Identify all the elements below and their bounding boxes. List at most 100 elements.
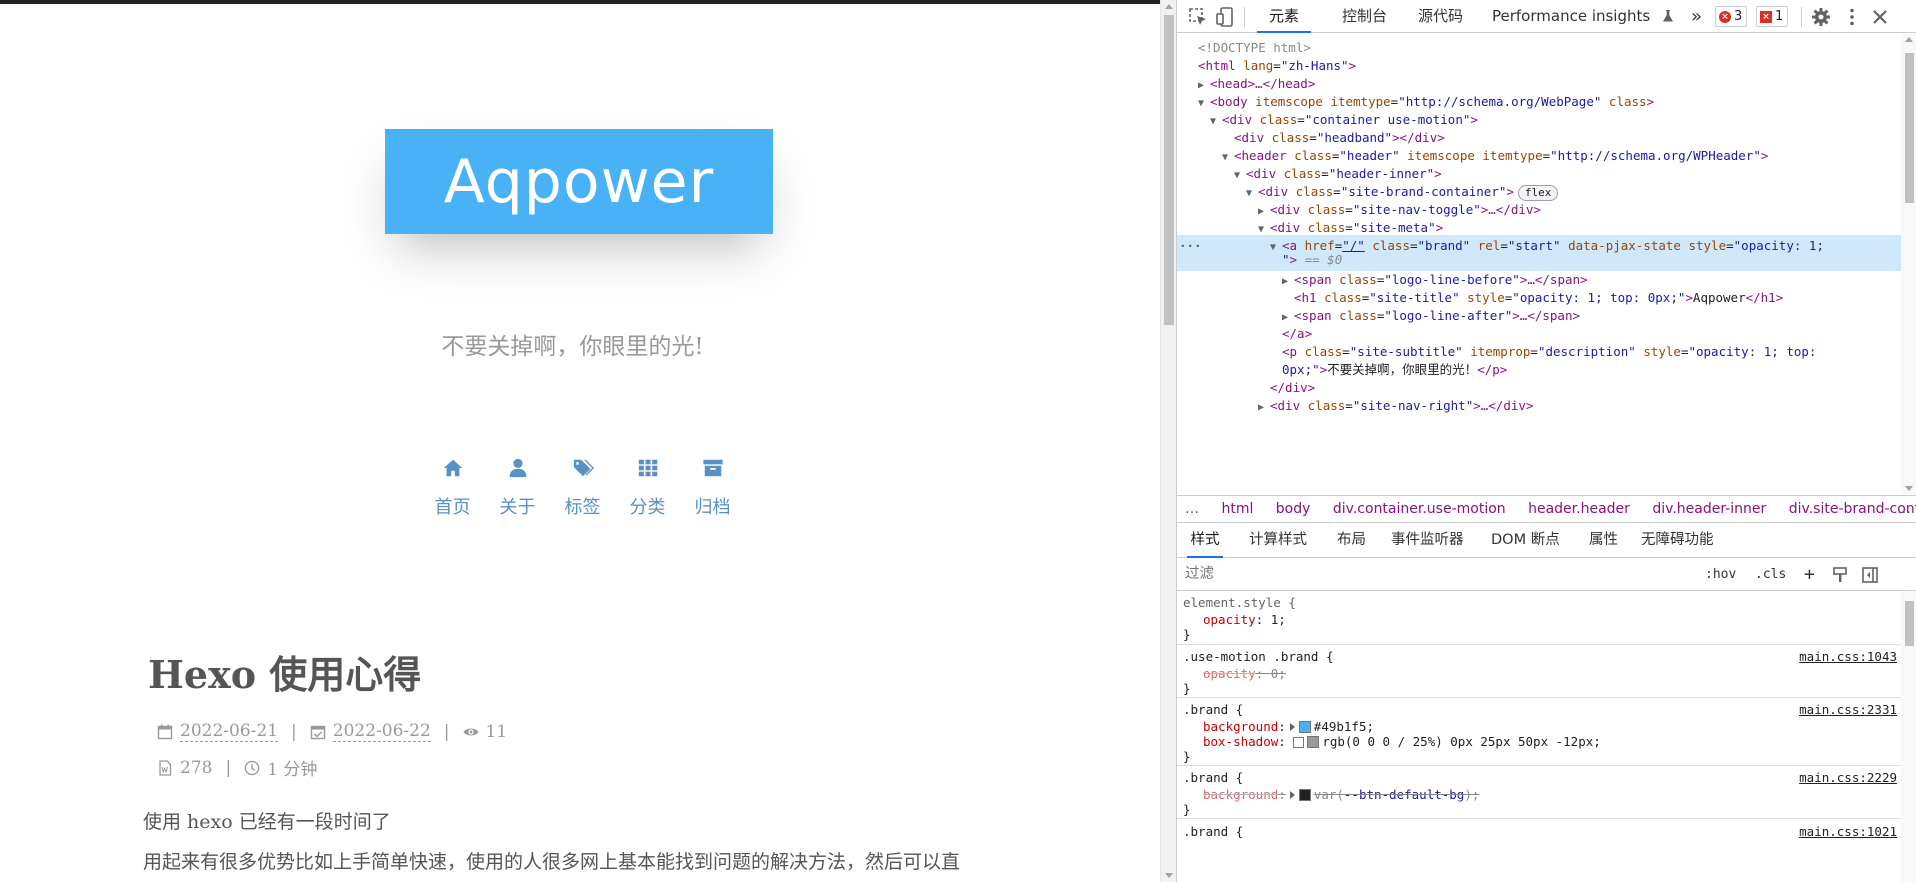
nav-item-archives[interactable]: 归档 [680, 457, 745, 519]
subtab-event-listeners[interactable]: 事件监听器 [1391, 523, 1464, 558]
new-style-rule-button[interactable]: + [1804, 564, 1815, 586]
property-value: 1; [1270, 612, 1286, 627]
stylesheet-link[interactable]: main.css:2331 [1799, 700, 1897, 720]
styles-scrollbar-thumb[interactable] [1905, 601, 1914, 646]
dom-node-brand-selected[interactable]: ··· ▼ <a href="/" class="brand" rel="star… [1177, 235, 1901, 271]
nav-item-categories[interactable]: 分类 [615, 457, 680, 519]
breadcrumb-header[interactable]: header.header [1528, 496, 1630, 522]
tag-close: > [1685, 290, 1693, 305]
style-rule-brand-2[interactable]: .brand { main.css:2229 background: var(--… [1177, 766, 1901, 819]
expand-arrow-icon[interactable]: ▶ [1258, 397, 1270, 418]
stylesheet-link[interactable]: main.css:1043 [1799, 647, 1897, 667]
post-title[interactable]: Hexo 使用心得 [148, 644, 421, 699]
close-icon[interactable] [1869, 6, 1891, 28]
page-scrollbar-thumb[interactable] [1164, 15, 1174, 325]
tag-close: > [1435, 220, 1444, 235]
style-rule-brand-3[interactable]: .brand { main.css:1021 [1177, 819, 1901, 882]
more-tabs-button[interactable]: » [1689, 0, 1704, 33]
tab-sources[interactable]: 源代码 [1416, 0, 1465, 33]
attr-name: class [1304, 344, 1343, 359]
expand-shorthand-icon[interactable] [1289, 723, 1295, 731]
styles-filter-input[interactable] [1185, 563, 1665, 585]
stylesheet-link[interactable]: main.css:1021 [1799, 822, 1897, 842]
subtab-layout[interactable]: 布局 [1337, 523, 1366, 558]
style-rule-element[interactable]: element.style { opacity: 1; } [1177, 591, 1901, 645]
headband [0, 0, 1160, 4]
collapse-arrow-icon[interactable]: ▼ [1270, 237, 1282, 258]
scroll-up-arrow-icon[interactable] [1905, 37, 1913, 42]
attr-value: "opacity: 1; top: 0px;" [1512, 290, 1686, 305]
subtab-styles[interactable]: 样式 [1187, 523, 1223, 558]
style-declaration[interactable]: opacity: 1; [1203, 610, 1286, 630]
nav-item-tags[interactable]: 标签 [550, 457, 615, 519]
home-icon [443, 459, 462, 477]
breadcrumb-overflow-left[interactable]: … [1185, 496, 1199, 522]
stylesheet-link[interactable]: main.css:2229 [1799, 768, 1897, 788]
device-toolbar-icon[interactable] [1214, 6, 1236, 28]
node-actions-dots-icon[interactable]: ··· [1179, 235, 1202, 256]
inspect-element-icon[interactable] [1187, 6, 1209, 28]
color-swatch[interactable] [1307, 736, 1320, 748]
tab-elements[interactable]: 元素 [1257, 0, 1311, 33]
tab-performance-insights[interactable]: Performance insights [1490, 0, 1652, 33]
styles-pane: element.style { opacity: 1; } .use-motio… [1177, 591, 1901, 882]
cls-toggle-button[interactable]: .cls [1755, 564, 1786, 586]
css-variable-link[interactable]: --btn-default-bg [1344, 787, 1464, 802]
subtab-properties[interactable]: 属性 [1589, 523, 1618, 558]
breadcrumb-container[interactable]: div.container.use-motion [1333, 496, 1506, 522]
toggle-sidebar-icon[interactable] [1861, 566, 1879, 584]
attr-value: "http://schema.org/WebPage" [1398, 94, 1602, 109]
calendar-icon [157, 724, 173, 739]
expand-shorthand-icon[interactable] [1289, 791, 1295, 799]
tag-open: <div [1258, 184, 1289, 199]
tag-close: > [1470, 112, 1478, 127]
attr-name: style [1643, 344, 1681, 359]
color-swatch[interactable] [1298, 789, 1311, 801]
style-rule-use-motion-brand[interactable]: .use-motion .brand { main.css:1043 opaci… [1177, 645, 1901, 698]
console-errors-badge[interactable]: × 3 [1715, 6, 1748, 27]
property-name: box-shadow [1203, 734, 1279, 749]
attr-value: "site-meta" [1352, 220, 1436, 235]
breadcrumb-overflow-right[interactable]: … [1897, 496, 1911, 522]
style-declaration[interactable]: box-shadow: rgb(0 0 0 / 25%) 0px 25px 50… [1203, 732, 1601, 752]
overridden-declaration[interactable]: opacity: 0; [1203, 664, 1286, 684]
shadow-editor-icon[interactable] [1293, 737, 1305, 748]
nav-item-about[interactable]: 关于 [485, 457, 550, 519]
paint-brush-icon[interactable] [1831, 566, 1849, 584]
nav-label-archives: 归档 [694, 497, 731, 518]
tag-open: <body [1210, 94, 1248, 109]
more-options-icon[interactable] [1841, 6, 1863, 28]
hov-toggle-button[interactable]: :hov [1705, 564, 1736, 586]
styles-scrollbar[interactable] [1901, 591, 1916, 882]
tab-console[interactable]: 控制台 [1340, 0, 1389, 33]
breadcrumb-html[interactable]: html [1221, 496, 1253, 522]
nav-label-home: 首页 [434, 497, 471, 518]
tag-close: >…</div> [1473, 398, 1534, 413]
scroll-down-arrow-icon[interactable] [1165, 873, 1173, 878]
error-count: 3 [1734, 9, 1743, 24]
subtab-dom-breakpoints[interactable]: DOM 断点 [1491, 523, 1560, 558]
attr-value-link[interactable]: "/" [1342, 238, 1365, 253]
brand-logo-link[interactable]: Aqpower [385, 129, 773, 234]
styles-subtabs: 样式 计算样式 布局 事件监听器 DOM 断点 属性 无障碍功能 [1177, 523, 1916, 558]
doctype-text: <!DOCTYPE html> [1198, 40, 1311, 55]
nav-item-home[interactable]: 首页 [420, 457, 485, 519]
dom-node-site-nav-right[interactable]: ▶ <div class="site-nav-right">…</div> [1177, 395, 1901, 416]
error-circle-icon: × [1719, 10, 1731, 23]
breadcrumb-header-inner[interactable]: div.header-inner [1652, 496, 1766, 522]
page-scrollbar[interactable] [1160, 0, 1176, 882]
scroll-down-arrow-icon[interactable] [1905, 486, 1913, 491]
meta-separator: | [225, 757, 232, 778]
overridden-declaration[interactable]: background: var(--btn-default-bg); [1203, 785, 1479, 805]
gear-icon[interactable] [1810, 6, 1832, 28]
subtab-computed[interactable]: 计算样式 [1249, 523, 1307, 558]
style-rule-brand[interactable]: .brand { main.css:2331 background: #49b1f… [1177, 698, 1901, 766]
breadcrumb-body[interactable]: body [1276, 496, 1311, 522]
subtab-accessibility[interactable]: 无障碍功能 [1641, 523, 1714, 558]
dom-scrollbar-thumb[interactable] [1905, 53, 1914, 203]
issues-badge[interactable]: × 1 [1756, 6, 1789, 27]
tag-open: <span [1294, 308, 1332, 323]
tag-open: <p [1282, 344, 1298, 359]
dom-tree-scrollbar[interactable] [1901, 33, 1916, 495]
scroll-up-arrow-icon[interactable] [1165, 4, 1173, 9]
